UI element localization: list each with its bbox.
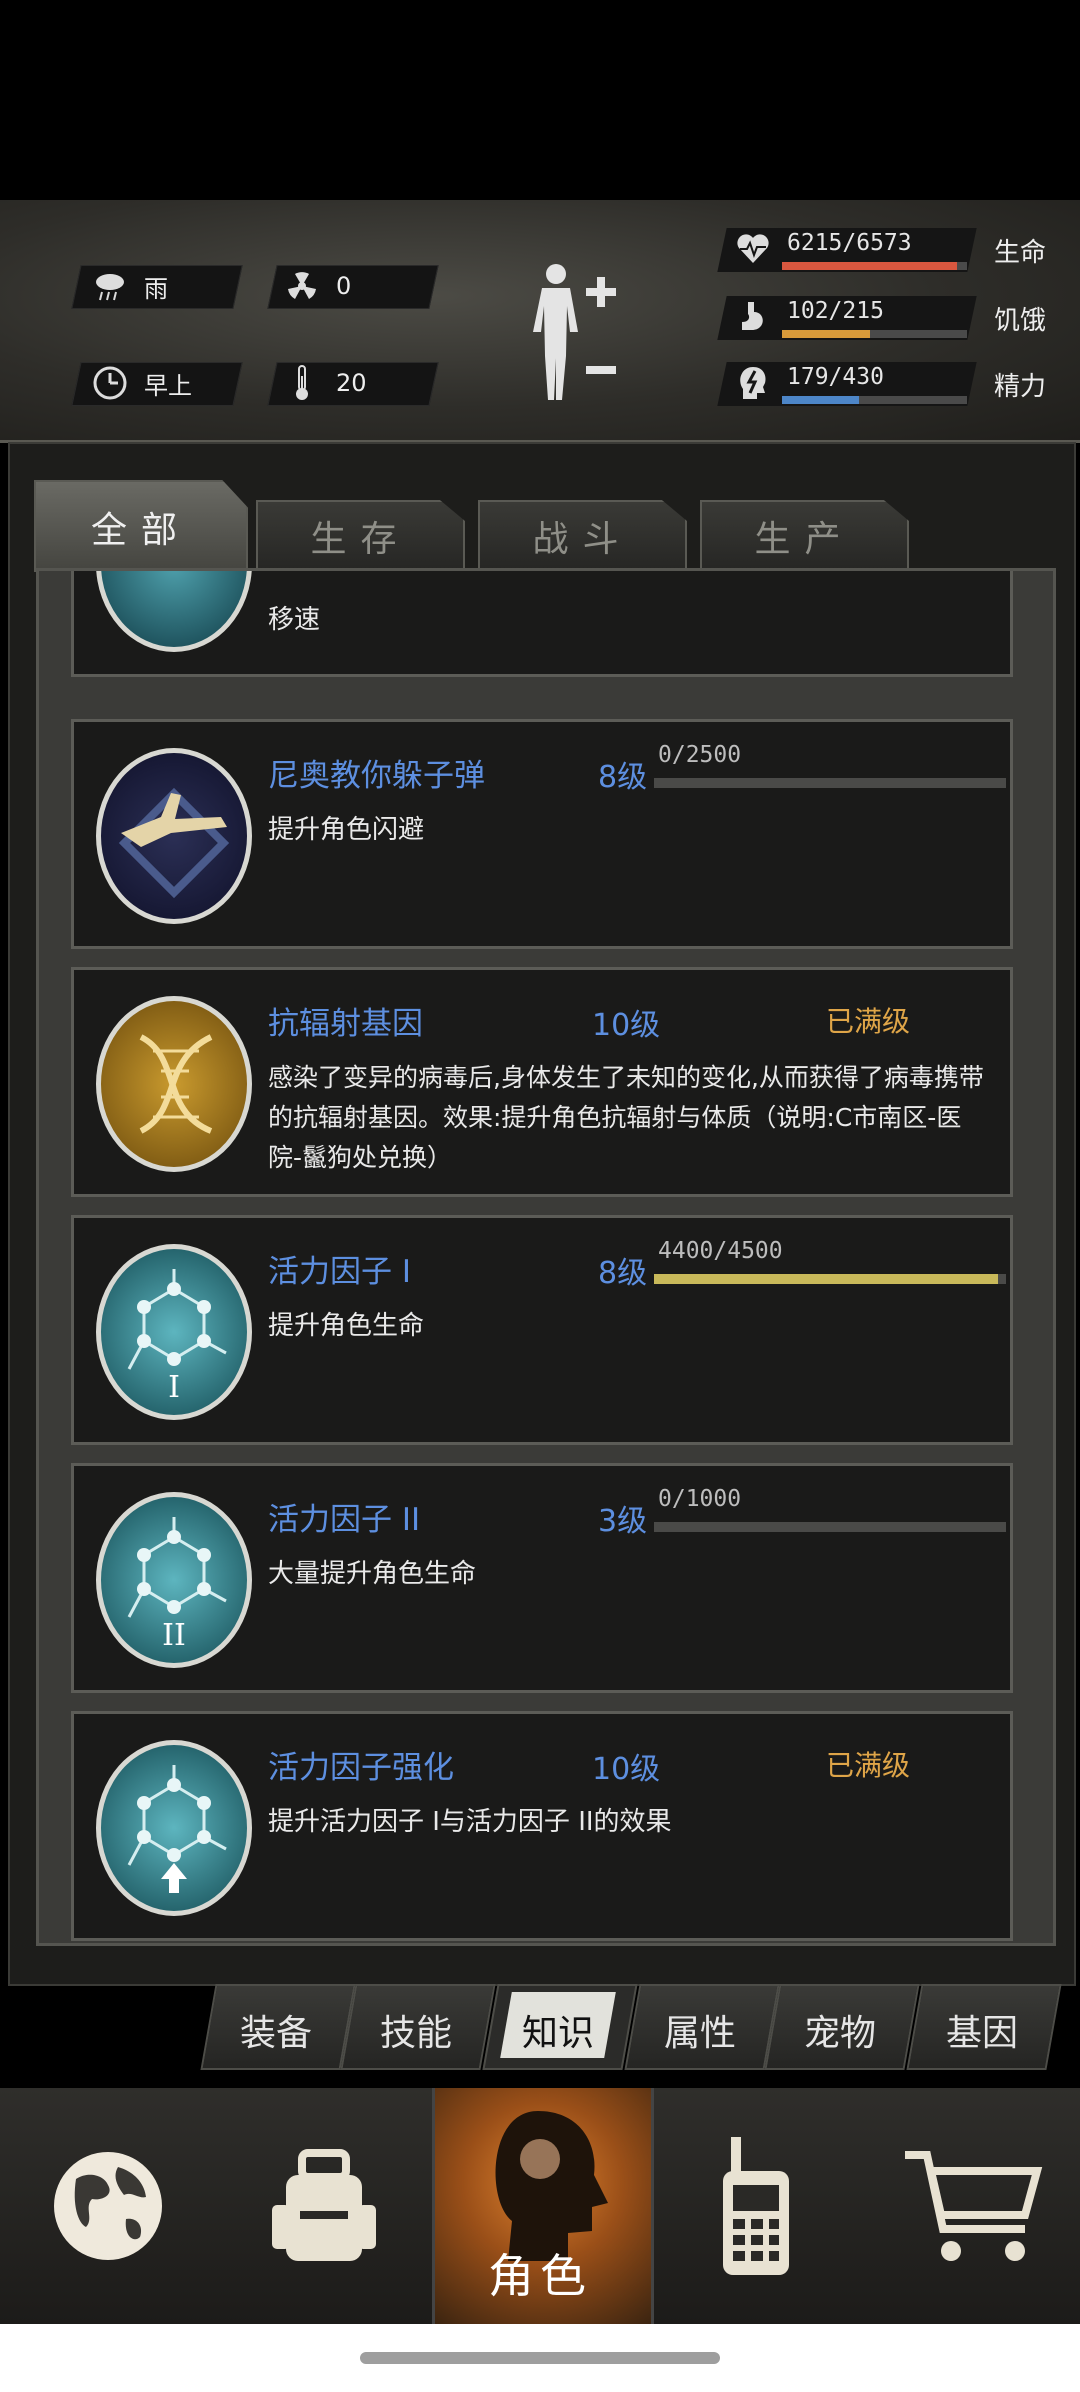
- weather-value: 雨: [144, 274, 168, 303]
- skill-card-partial[interactable]: 移速: [71, 571, 1013, 677]
- skill-progress-value: 0/1000: [658, 1486, 742, 1512]
- subtab-equipment[interactable]: 装备: [208, 2004, 344, 2056]
- vitality-factor-2-icon: II: [96, 1492, 252, 1668]
- body-figure-icon: [533, 264, 616, 400]
- stomach-icon: [734, 298, 772, 336]
- skill-maxed-badge: 已满级: [826, 1005, 911, 1038]
- radiation-icon: [282, 266, 322, 306]
- energy-stat: 179/430 精力: [717, 358, 1062, 410]
- speed-skill-icon: [96, 571, 252, 652]
- tab-all[interactable]: 全部: [34, 480, 248, 572]
- health-label: 生命: [994, 238, 1047, 268]
- skill-desc: 提升活力因子 I与活力因子 II的效果: [268, 1807, 672, 1837]
- hunger-bar-fill: [782, 330, 870, 338]
- nav-role-label: 角色: [488, 2249, 592, 2303]
- skill-card[interactable]: 抗辐射基因 10级 已满级 感染了变异的病毒后,身体发生了未知的变化,从而获得了…: [71, 967, 1013, 1197]
- skill-progress-value: 0/2500: [658, 742, 742, 768]
- dodge-bullet-icon: [96, 748, 252, 924]
- thermometer-icon: [282, 363, 322, 403]
- temperature-value: 20: [336, 369, 367, 397]
- skill-desc: 移速: [268, 605, 321, 635]
- heart-rate-icon: [734, 230, 772, 268]
- skill-card[interactable]: 活力因子强化 10级 已满级 提升活力因子 I与活力因子 II的效果: [71, 1711, 1013, 1941]
- subtab-genes[interactable]: 基因: [914, 2004, 1050, 2056]
- skill-title: 尼奥教你躲子弹: [268, 758, 485, 794]
- svg-text:II: II: [162, 1618, 186, 1653]
- health-value: 6215/6573: [787, 230, 912, 256]
- skill-title: 活力因子 I: [268, 1254, 411, 1290]
- rain-cloud-icon: [90, 266, 130, 306]
- clock-icon: [90, 363, 130, 403]
- head-bolt-icon: [734, 364, 772, 402]
- skill-level: 10级: [592, 1752, 661, 1787]
- skill-progress-fill: [654, 1274, 999, 1284]
- skill-progress-value: 4400/4500: [658, 1238, 783, 1264]
- skill-desc: 提升角色生命: [268, 1311, 425, 1341]
- skill-level: 10级: [592, 1008, 661, 1043]
- skill-desc: 提升角色闪避: [268, 815, 425, 845]
- subtab-attributes[interactable]: 属性: [632, 2004, 768, 2056]
- skill-level: 3级: [598, 1504, 648, 1539]
- skill-title: 活力因子 II: [268, 1502, 421, 1538]
- tab-production[interactable]: 生产: [700, 500, 909, 570]
- backpack-icon: [272, 2149, 376, 2261]
- skill-card[interactable]: II 活力因子 II 3级 0/1000 大量提升角色生命: [71, 1463, 1013, 1693]
- globe-icon: [54, 2152, 162, 2260]
- skill-level: 8级: [598, 1256, 648, 1291]
- nav-radio[interactable]: [648, 2088, 864, 2324]
- subtab-pets[interactable]: 宠物: [772, 2004, 908, 2056]
- status-header: 雨 0 早上 20 6215/6573 生命 102/215 饥饿 179/43…: [0, 200, 1080, 443]
- hunger-label: 饥饿: [994, 306, 1047, 336]
- skill-maxed-badge: 已满级: [826, 1749, 911, 1782]
- home-indicator-pill[interactable]: [360, 2352, 720, 2364]
- nav-shop[interactable]: [864, 2088, 1080, 2324]
- energy-bar-fill: [782, 396, 859, 404]
- skill-desc: 感染了变异的病毒后,身体发生了未知的变化,从而获得了病毒携带的抗辐射基因。效果:…: [268, 1063, 984, 1172]
- dna-icon: [96, 996, 252, 1172]
- vitality-factor-1-icon: I: [96, 1244, 252, 1420]
- vitality-boost-icon: [96, 1740, 252, 1916]
- subtab-skills[interactable]: 技能: [348, 2004, 484, 2056]
- tab-combat[interactable]: 战斗: [478, 500, 687, 570]
- hunger-stat: 102/215 饥饿: [717, 292, 1062, 344]
- svg-text:I: I: [168, 1370, 180, 1405]
- walkie-talkie-icon: [723, 2137, 789, 2275]
- subtab-knowledge[interactable]: 知识: [490, 2004, 626, 2056]
- skill-desc: 大量提升角色生命: [268, 1559, 477, 1589]
- radiation-value: 0: [336, 272, 352, 300]
- nav-backpack[interactable]: [216, 2088, 432, 2324]
- nav-world[interactable]: [0, 2088, 216, 2324]
- skill-title: 活力因子强化: [268, 1750, 454, 1786]
- health-stat: 6215/6573 生命: [717, 224, 1062, 276]
- body-status-button[interactable]: [520, 260, 630, 410]
- skill-level: 8级: [598, 760, 648, 795]
- hunger-value: 102/215: [787, 298, 884, 324]
- skill-card[interactable]: I 活力因子 I 8级 4400/4500 提升角色生命: [71, 1215, 1013, 1445]
- skill-card[interactable]: 尼奥教你躲子弹 8级 0/2500 提升角色闪避: [71, 719, 1013, 949]
- tab-survival[interactable]: 生存: [256, 500, 465, 570]
- skill-list[interactable]: 移速 尼奥教你躲子弹 8级 0/2500 提升角色闪避 抗辐射基因 10级 已满…: [36, 568, 1056, 1946]
- time-of-day-value: 早上: [144, 371, 192, 400]
- energy-value: 179/430: [787, 364, 884, 390]
- energy-label: 精力: [994, 372, 1047, 402]
- shopping-cart-icon: [905, 2151, 1043, 2261]
- skill-title: 抗辐射基因: [268, 1006, 423, 1042]
- health-bar-fill: [782, 262, 957, 270]
